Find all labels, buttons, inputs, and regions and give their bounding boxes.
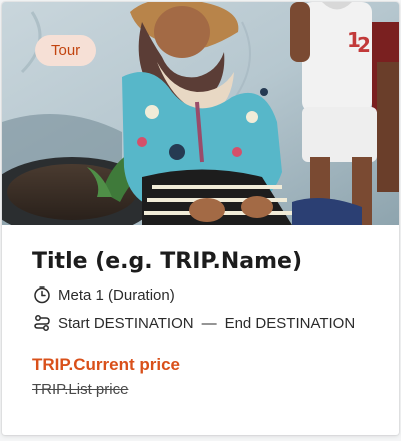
route-row: Start DESTINATION — End DESTINATION bbox=[32, 313, 355, 333]
trip-card[interactable]: 1 2 Tour Title (e.g. TRIP.Name) Meta 1 (… bbox=[2, 2, 399, 435]
route-start: Start DESTINATION bbox=[58, 314, 194, 332]
svg-text:2: 2 bbox=[357, 33, 371, 57]
current-price: TRIP.Current price bbox=[32, 355, 181, 374]
tour-badge: Tour bbox=[35, 35, 97, 66]
route-icon bbox=[32, 313, 52, 333]
duration-text: Meta 1 (Duration) bbox=[58, 286, 175, 304]
route-separator: — bbox=[201, 314, 217, 332]
list-price: TRIP.List price bbox=[32, 381, 129, 398]
route-end: End DESTINATION bbox=[224, 314, 356, 332]
trip-title[interactable]: Title (e.g. TRIP.Name) bbox=[32, 247, 379, 277]
card-body: Title (e.g. TRIP.Name) Meta 1 (Duration) bbox=[32, 247, 379, 398]
duration-row: Meta 1 (Duration) bbox=[32, 285, 175, 305]
timer-icon bbox=[32, 285, 52, 305]
trip-photo: 1 2 Tour bbox=[2, 2, 399, 225]
